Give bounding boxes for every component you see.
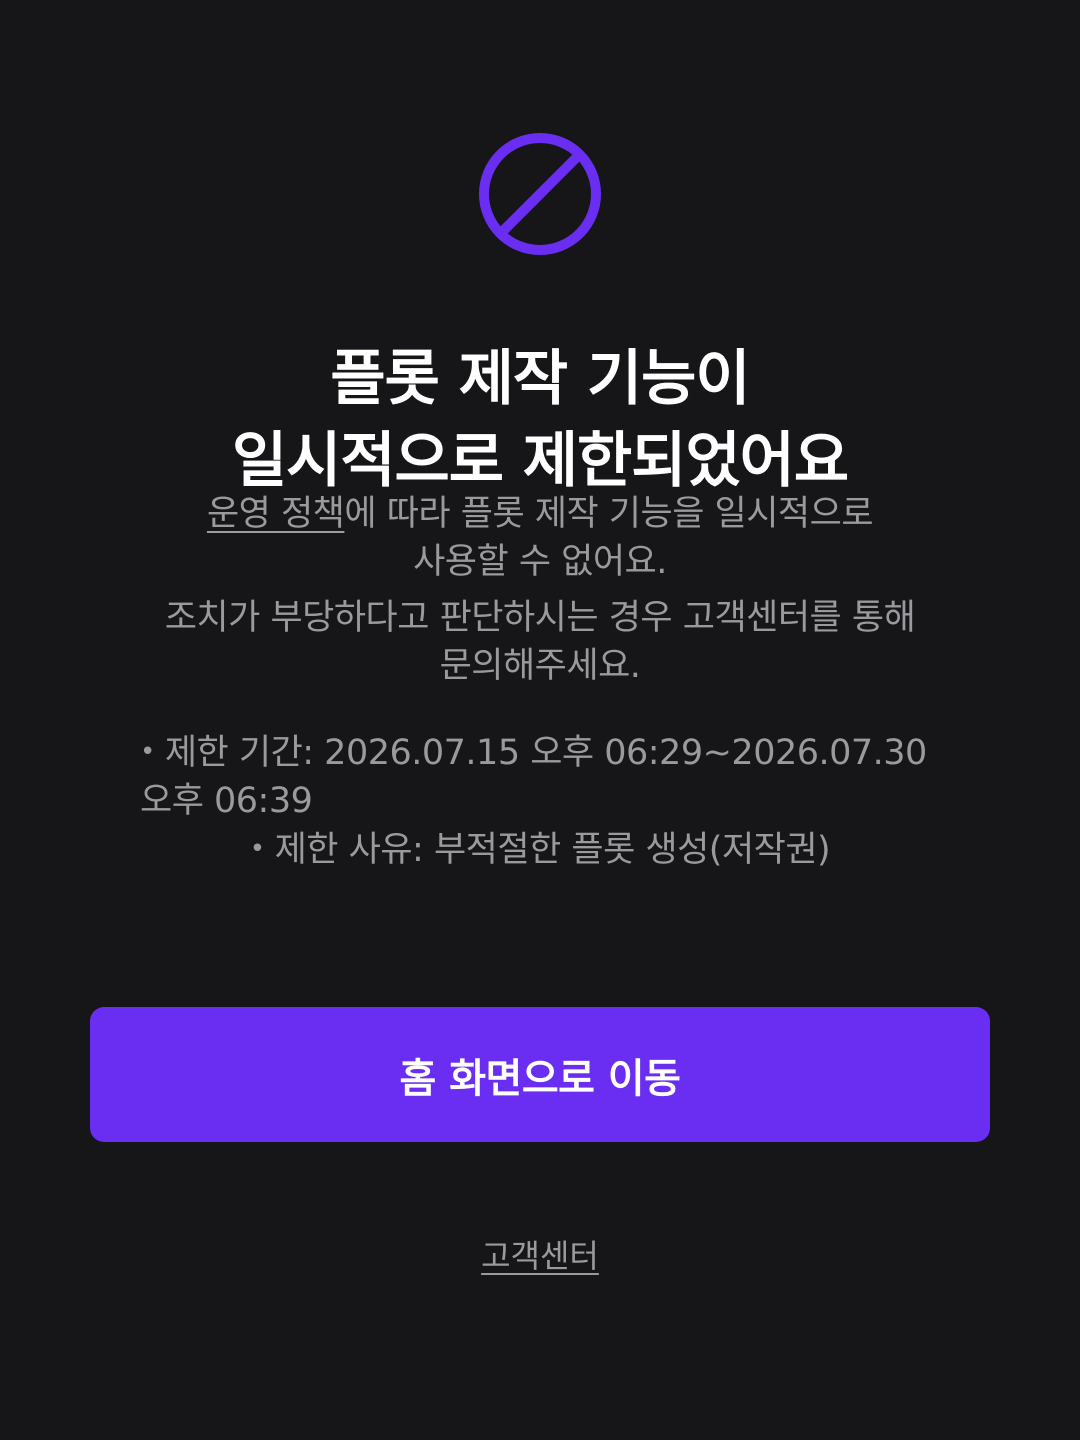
bullet: • bbox=[249, 834, 265, 864]
policy-link[interactable]: 운영 정책 bbox=[207, 494, 345, 534]
restriction-screen: 플롯 제작 기능이 일시적으로 제한되었어요 운영 정책에 따라 플롯 제작 기… bbox=[0, 0, 1080, 1440]
description-line-3: 조치가 부당하다고 판단하시는 경우 고객센터를 통해 bbox=[164, 598, 916, 638]
restriction-reason: • 제한 사유: 부적절한 플롯 생성(저작권) bbox=[140, 825, 940, 874]
restriction-period-continued: 오후 06:39 bbox=[140, 781, 313, 821]
page-title: 플롯 제작 기능이 일시적으로 제한되었어요 bbox=[0, 338, 1080, 502]
restriction-period: • 제한 기간: 2026.07.15 오후 06:29~2026.07.30 bbox=[140, 728, 940, 777]
customer-center-link[interactable]: 고객센터 bbox=[481, 1237, 599, 1275]
restriction-reason-text: 제한 사유: 부적절한 플롯 생성(저작권) bbox=[274, 830, 831, 870]
title-line-1: 플롯 제작 기능이 bbox=[330, 344, 750, 415]
go-home-button[interactable]: 홈 화면으로 이동 bbox=[90, 1007, 990, 1142]
support-link-wrap: 고객센터 bbox=[0, 1232, 1080, 1280]
description-line-2: 사용할 수 없어요. bbox=[413, 542, 667, 582]
description-line-1-text: 에 따라 플롯 제작 기능을 일시적으로 bbox=[344, 494, 874, 534]
bullet: • bbox=[140, 737, 155, 767]
prohibited-icon bbox=[476, 130, 604, 258]
description-line-1: 운영 정책에 따라 플롯 제작 기능을 일시적으로 bbox=[90, 490, 990, 538]
description-line-4: 문의해주세요. bbox=[439, 646, 641, 686]
restriction-details: • 제한 기간: 2026.07.15 오후 06:29~2026.07.30 오… bbox=[140, 728, 940, 874]
description: 운영 정책에 따라 플롯 제작 기능을 일시적으로 사용할 수 없어요. 조치가… bbox=[90, 490, 990, 690]
restriction-period-text: 제한 기간: 2026.07.15 오후 06:29~2026.07.30 bbox=[164, 733, 927, 773]
